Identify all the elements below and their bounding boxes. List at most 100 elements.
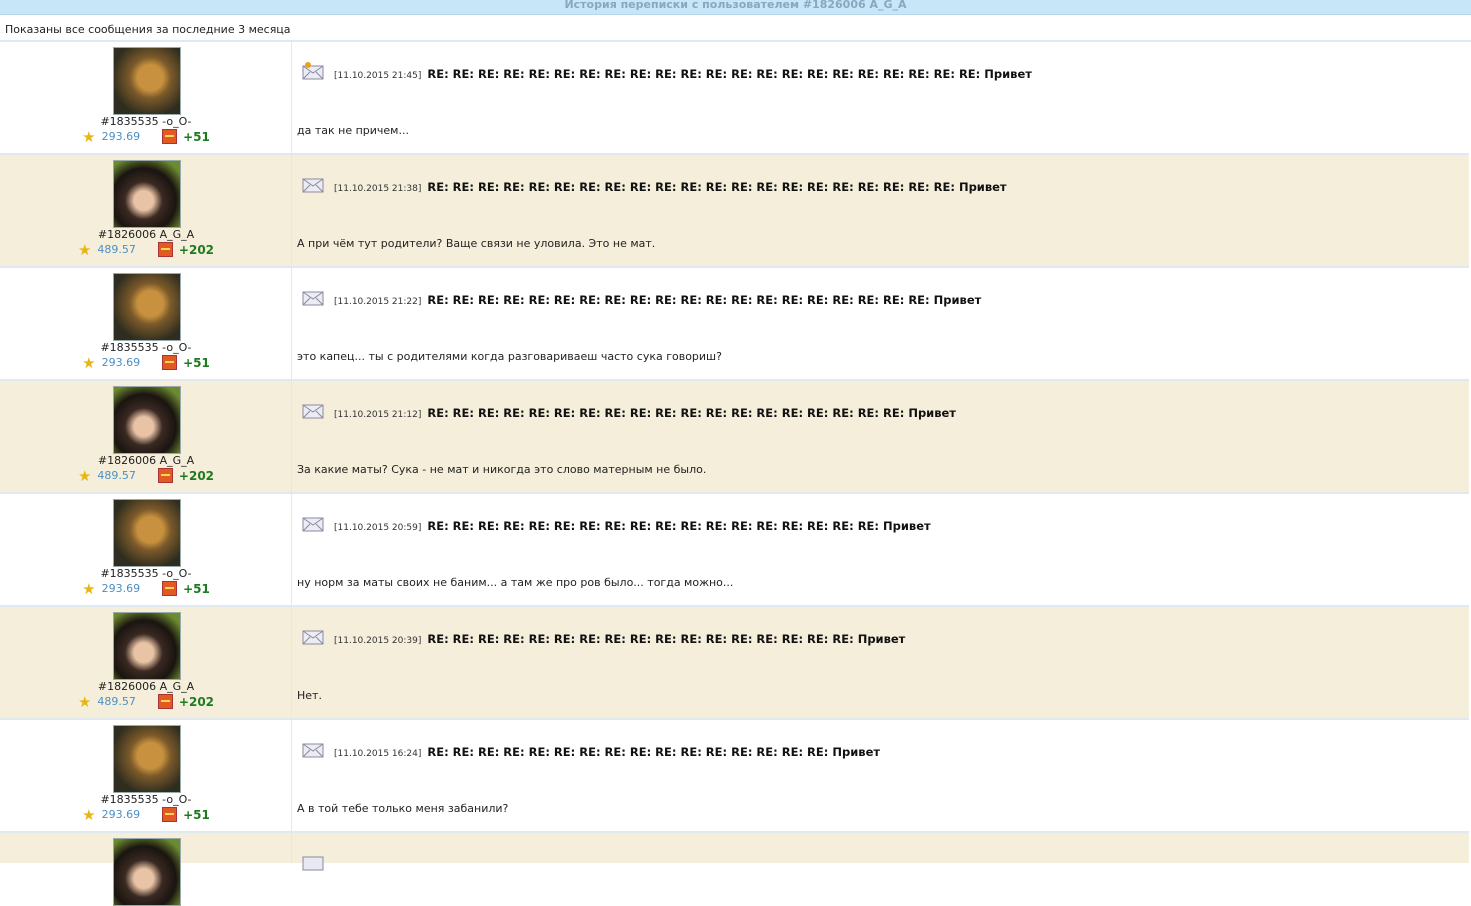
message-header: [11.10.2015 21:45] RE: RE: RE: RE: RE: R… <box>334 67 1032 81</box>
message-subject[interactable]: RE: RE: RE: RE: RE: RE: RE: RE: RE: RE: … <box>427 406 956 420</box>
sender-cell: #1826006 A_G_A ★ 489.57 +202 <box>0 381 292 492</box>
message-row: #1826006 A_G_A ★ 489.57 +202 [11.10.2015… <box>0 155 1469 268</box>
sender-cell: #1835535 -o_O- ★ 293.69 +51 <box>0 494 292 605</box>
message-text: А в той тебе только меня забанили? <box>297 802 509 815</box>
message-header: [11.10.2015 20:59] RE: RE: RE: RE: RE: R… <box>334 519 931 533</box>
message-cell: [11.10.2015 20:39] RE: RE: RE: RE: RE: R… <box>292 607 1469 718</box>
message-subject[interactable]: RE: RE: RE: RE: RE: RE: RE: RE: RE: RE: … <box>427 745 880 759</box>
avatar[interactable] <box>113 612 181 680</box>
bonus-value: +51 <box>183 807 210 822</box>
message-cell: [11.10.2015 20:59] RE: RE: RE: RE: RE: R… <box>292 494 1469 605</box>
sender-cell: #1826006 A_G_A ★ 489.57 +202 <box>0 155 292 266</box>
envelope-icon[interactable] <box>302 740 324 758</box>
message-cell: [11.10.2015 21:12] RE: RE: RE: RE: RE: R… <box>292 381 1469 492</box>
sender-stats: ★ 489.57 +202 <box>0 694 292 709</box>
star-icon: ★ <box>82 353 96 372</box>
message-date: [11.10.2015 16:24] <box>334 749 422 759</box>
sender-cell <box>0 833 292 906</box>
message-subject[interactable]: RE: RE: RE: RE: RE: RE: RE: RE: RE: RE: … <box>427 67 1032 81</box>
envelope-icon[interactable] <box>302 288 324 306</box>
message-cell: [11.10.2015 21:38] RE: RE: RE: RE: RE: R… <box>292 155 1469 266</box>
message-subject[interactable]: RE: RE: RE: RE: RE: RE: RE: RE: RE: RE: … <box>427 293 981 307</box>
message-cell: [11.10.2015 16:24] RE: RE: RE: RE: RE: R… <box>292 720 1469 831</box>
message-subject[interactable]: RE: RE: RE: RE: RE: RE: RE: RE: RE: RE: … <box>427 180 1006 194</box>
message-subject[interactable]: RE: RE: RE: RE: RE: RE: RE: RE: RE: RE: … <box>427 632 905 646</box>
sender-cell: #1826006 A_G_A ★ 489.57 +202 <box>0 607 292 718</box>
message-header: [11.10.2015 16:24] RE: RE: RE: RE: RE: R… <box>334 745 880 759</box>
message-cell: [11.10.2015 21:22] RE: RE: RE: RE: RE: R… <box>292 268 1469 379</box>
chest-icon <box>157 242 173 257</box>
message-cell <box>292 833 1469 871</box>
message-header: [11.10.2015 21:12] RE: RE: RE: RE: RE: R… <box>334 406 956 420</box>
avatar[interactable] <box>113 273 181 341</box>
period-note: Показаны все сообщения за последние 3 ме… <box>0 15 1471 42</box>
star-icon: ★ <box>82 127 96 146</box>
avatar[interactable] <box>113 160 181 228</box>
sender-name[interactable]: #1835535 -o_O- <box>0 567 292 580</box>
sender-name[interactable]: #1835535 -o_O- <box>0 793 292 806</box>
sender-name[interactable]: #1835535 -o_O- <box>0 115 292 128</box>
message-date: [11.10.2015 20:59] <box>334 523 422 533</box>
rating-value: 293.69 <box>101 356 141 369</box>
message-text: Нет. <box>297 689 322 702</box>
message-date: [11.10.2015 21:45] <box>334 71 422 81</box>
star-icon: ★ <box>82 579 96 598</box>
avatar[interactable] <box>113 499 181 567</box>
message-header: [11.10.2015 21:38] RE: RE: RE: RE: RE: R… <box>334 180 1007 194</box>
message-text: А при чём тут родители? Ваще связи не ул… <box>297 237 656 250</box>
message-row: #1835535 -o_O- ★ 293.69 +51 [11.10.2015 … <box>0 42 1469 155</box>
message-row-partial <box>0 833 1469 906</box>
message-row: #1835535 -o_O- ★ 293.69 +51 [11.10.2015 … <box>0 720 1469 833</box>
message-date: [11.10.2015 21:22] <box>334 297 422 307</box>
chest-icon <box>162 129 178 144</box>
bonus-value: +202 <box>178 694 215 709</box>
sender-name[interactable]: #1826006 A_G_A <box>0 680 292 693</box>
sender-name[interactable]: #1826006 A_G_A <box>0 228 292 241</box>
sender-stats: ★ 293.69 +51 <box>0 807 292 822</box>
sender-stats: ★ 293.69 +51 <box>0 129 292 144</box>
avatar[interactable] <box>113 725 181 793</box>
message-text: ну норм за маты своих не баним... а там … <box>297 576 734 589</box>
star-icon: ★ <box>77 466 92 485</box>
sender-name[interactable]: #1826006 A_G_A <box>0 454 292 467</box>
envelope-new-icon[interactable] <box>302 62 324 80</box>
sender-stats: ★ 293.69 +51 <box>0 581 292 596</box>
avatar[interactable] <box>113 47 181 115</box>
avatar[interactable] <box>113 386 181 454</box>
message-date: [11.10.2015 21:38] <box>334 184 422 194</box>
chest-icon <box>162 355 178 370</box>
message-date: [11.10.2015 20:39] <box>334 636 422 646</box>
bonus-value: +51 <box>183 355 210 370</box>
sender-stats: ★ 489.57 +202 <box>0 468 292 483</box>
bonus-value: +202 <box>178 242 215 257</box>
rating-value: 489.57 <box>97 469 136 482</box>
star-icon: ★ <box>77 240 92 259</box>
avatar[interactable] <box>113 838 181 906</box>
message-header: [11.10.2015 21:22] RE: RE: RE: RE: RE: R… <box>334 293 981 307</box>
envelope-icon[interactable] <box>302 401 324 419</box>
sender-cell: #1835535 -o_O- ★ 293.69 +51 <box>0 268 292 379</box>
chest-icon <box>157 468 173 483</box>
message-header: [11.10.2015 20:39] RE: RE: RE: RE: RE: R… <box>334 632 905 646</box>
envelope-icon[interactable] <box>302 514 324 532</box>
sender-name[interactable]: #1835535 -o_O- <box>0 341 292 354</box>
chest-icon <box>157 694 173 709</box>
sender-stats: ★ 293.69 +51 <box>0 355 292 370</box>
sender-cell: #1835535 -o_O- ★ 293.69 +51 <box>0 42 292 153</box>
message-row: #1835535 -o_O- ★ 293.69 +51 [11.10.2015 … <box>0 268 1469 381</box>
envelope-icon[interactable] <box>302 175 324 193</box>
envelope-icon[interactable] <box>302 627 324 645</box>
message-cell: [11.10.2015 21:45] RE: RE: RE: RE: RE: R… <box>292 42 1469 153</box>
star-icon: ★ <box>82 805 96 824</box>
chest-icon <box>162 581 178 596</box>
sender-stats: ★ 489.57 +202 <box>0 242 292 257</box>
message-text: это капец... ты с родителями когда разго… <box>297 350 722 363</box>
message-row: #1826006 A_G_A ★ 489.57 +202 [11.10.2015… <box>0 381 1469 494</box>
rating-value: 293.69 <box>101 130 141 143</box>
bonus-value: +51 <box>183 581 210 596</box>
message-subject[interactable]: RE: RE: RE: RE: RE: RE: RE: RE: RE: RE: … <box>427 519 930 533</box>
rating-value: 293.69 <box>101 808 141 821</box>
page-title: История переписки с пользователем #18260… <box>0 0 1471 15</box>
rating-value: 489.57 <box>97 695 136 708</box>
message-date: [11.10.2015 21:12] <box>334 410 422 420</box>
